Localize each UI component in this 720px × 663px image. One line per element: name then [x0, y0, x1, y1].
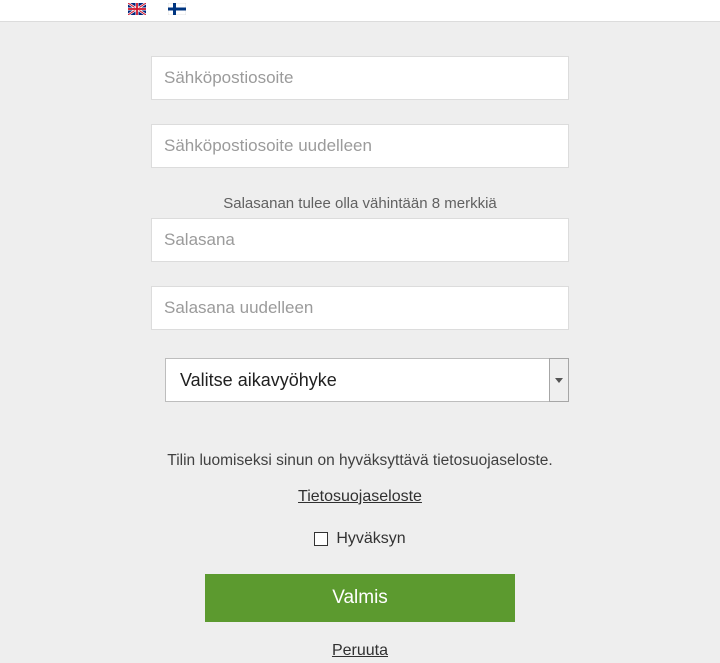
accept-row: Hyväksyn [151, 530, 569, 548]
language-bar [0, 0, 720, 22]
cancel-link[interactable]: Peruuta [151, 642, 569, 660]
accept-checkbox[interactable] [314, 532, 328, 546]
signup-form: Salasanan tulee olla vähintään 8 merkkiä… [151, 22, 569, 660]
email-repeat-field[interactable] [151, 124, 569, 168]
email-field[interactable] [151, 56, 569, 100]
privacy-notice: Tilin luomiseksi sinun on hyväksyttävä t… [151, 452, 569, 470]
flag-finland-icon[interactable] [168, 2, 186, 14]
privacy-policy-link[interactable]: Tietosuojaseloste [151, 488, 569, 506]
accept-label: Hyväksyn [336, 530, 405, 548]
timezone-selected-label: Valitse aikavyöhyke [180, 370, 337, 391]
submit-button[interactable]: Valmis [205, 574, 515, 622]
password-hint: Salasanan tulee olla vähintään 8 merkkiä [151, 195, 569, 212]
password-field[interactable] [151, 218, 569, 262]
chevron-down-icon[interactable] [549, 358, 569, 402]
password-repeat-field[interactable] [151, 286, 569, 330]
flag-uk-icon[interactable] [128, 2, 146, 14]
timezone-select[interactable]: Valitse aikavyöhyke [165, 358, 569, 402]
